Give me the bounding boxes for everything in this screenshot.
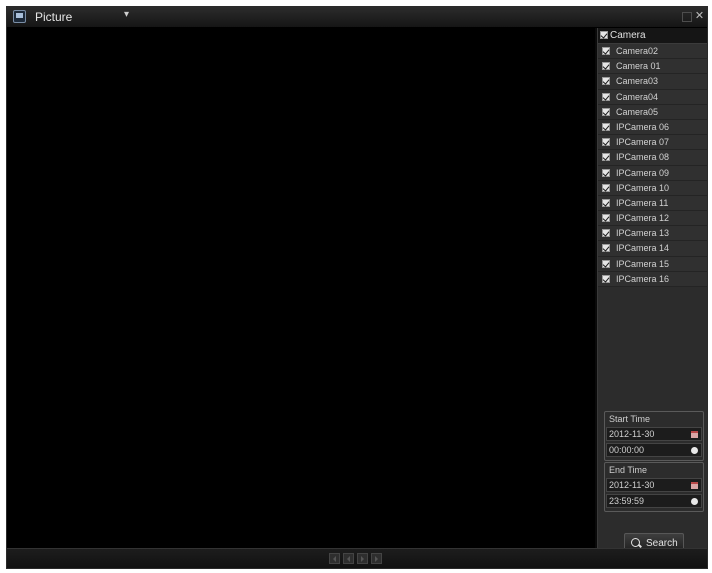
start-date-value: 2012-11-30 — [609, 429, 655, 439]
end-time-label: End Time — [609, 465, 648, 475]
end-date-value: 2012-11-30 — [609, 480, 655, 490]
camera-item[interactable]: IPCamera 09 — [598, 165, 707, 181]
last-page-button[interactable] — [371, 553, 382, 564]
camera-checkbox[interactable] — [602, 153, 610, 162]
playback-control-bar — [7, 548, 707, 568]
clock-icon[interactable] — [691, 498, 698, 505]
title-bar: Picture ▾ ✕ — [7, 7, 707, 28]
camera-checkbox[interactable] — [602, 107, 610, 116]
camera-item[interactable]: IPCamera 07 — [598, 135, 707, 151]
picture-window: Picture ▾ ✕ Camera Camera02 Camera 01 Ca… — [6, 6, 708, 569]
camera-checkbox[interactable] — [602, 244, 610, 253]
camera-checkbox[interactable] — [602, 47, 610, 55]
camera-item[interactable]: Camera03 — [598, 74, 707, 90]
camera-item[interactable]: IPCamera 10 — [598, 180, 707, 196]
start-time-field[interactable]: 00:00:00 — [606, 443, 702, 457]
camera-list: Camera02 Camera 01 Camera03 Camera04 Cam… — [598, 44, 707, 287]
camera-label: Camera03 — [616, 76, 659, 87]
end-time-group: End Time 2012-11-30 23:59:59 — [604, 462, 704, 512]
end-time-field[interactable]: 23:59:59 — [606, 494, 702, 508]
camera-item[interactable]: IPCamera 15 — [598, 256, 707, 272]
clock-icon[interactable] — [691, 447, 698, 454]
search-icon — [631, 538, 640, 547]
camera-label: Camera04 — [616, 91, 659, 102]
camera-label: IPCamera 11 — [616, 197, 669, 208]
end-date-field[interactable]: 2012-11-30 — [606, 478, 702, 492]
camera-checkbox[interactable] — [602, 122, 610, 131]
title-dropdown-icon[interactable]: ▾ — [124, 9, 129, 20]
camera-item[interactable]: IPCamera 14 — [598, 241, 707, 257]
start-time-value: 00:00:00 — [609, 445, 645, 455]
camera-checkbox[interactable] — [602, 214, 610, 223]
camera-checkbox[interactable] — [602, 77, 610, 86]
camera-label: Camera02 — [616, 46, 659, 56]
first-page-button[interactable] — [329, 553, 340, 564]
camera-item[interactable]: Camera 01 — [598, 59, 707, 75]
camera-label: IPCamera 16 — [616, 273, 670, 284]
camera-item[interactable]: IPCamera 12 — [598, 211, 707, 227]
camera-item[interactable]: IPCamera 08 — [598, 150, 707, 166]
camera-item[interactable]: IPCamera 11 — [598, 195, 707, 212]
calendar-icon[interactable] — [691, 482, 698, 489]
camera-label: IPCamera 06 — [616, 121, 670, 132]
camera-label: Camera05 — [616, 106, 659, 117]
close-window-button[interactable]: ✕ — [694, 11, 705, 22]
camera-label: Camera 01 — [616, 61, 661, 72]
camera-checkbox[interactable] — [602, 168, 610, 177]
camera-checkbox[interactable] — [602, 92, 610, 101]
camera-checkbox[interactable] — [602, 229, 610, 238]
camera-label: IPCamera 08 — [616, 152, 670, 163]
camera-checkbox[interactable] — [602, 138, 610, 147]
camera-label: IPCamera 14 — [616, 243, 670, 254]
picture-preview-area — [7, 28, 595, 548]
start-time-group: Start Time 2012-11-30 00:00:00 — [604, 411, 704, 461]
camera-item[interactable]: Camera02 — [598, 44, 707, 60]
camera-checkbox[interactable] — [602, 274, 610, 283]
camera-header-label: Camera — [610, 30, 646, 41]
camera-item[interactable]: IPCamera 06 — [598, 119, 707, 136]
select-all-cameras-checkbox[interactable] — [600, 31, 608, 39]
restore-window-button[interactable] — [682, 12, 692, 22]
camera-item[interactable]: IPCamera 13 — [598, 226, 707, 242]
picture-app-icon — [13, 10, 26, 23]
start-date-field[interactable]: 2012-11-30 — [606, 427, 702, 441]
next-page-button[interactable] — [357, 553, 368, 564]
window-title: Picture — [35, 10, 73, 24]
calendar-icon[interactable] — [691, 431, 698, 438]
camera-label: IPCamera 07 — [616, 137, 670, 148]
camera-checkbox[interactable] — [602, 198, 610, 207]
previous-page-button[interactable] — [343, 553, 354, 564]
camera-side-panel: Camera Camera02 Camera 01 Camera03 Camer… — [597, 28, 707, 553]
camera-item[interactable]: IPCamera 16 — [598, 271, 707, 287]
camera-label: IPCamera 10 — [616, 182, 670, 193]
camera-item[interactable]: Camera04 — [598, 89, 707, 105]
camera-checkbox[interactable] — [602, 62, 610, 71]
end-time-value: 23:59:59 — [609, 496, 645, 506]
camera-checkbox[interactable] — [602, 183, 610, 192]
camera-list-header[interactable]: Camera — [598, 28, 707, 44]
camera-item[interactable]: Camera05 — [598, 104, 707, 120]
camera-checkbox[interactable] — [602, 259, 610, 268]
camera-label: IPCamera 13 — [616, 228, 670, 239]
start-time-label: Start Time — [609, 414, 651, 424]
camera-label: IPCamera 09 — [616, 167, 670, 178]
camera-label: IPCamera 15 — [616, 258, 670, 269]
camera-label: IPCamera 12 — [616, 213, 670, 224]
